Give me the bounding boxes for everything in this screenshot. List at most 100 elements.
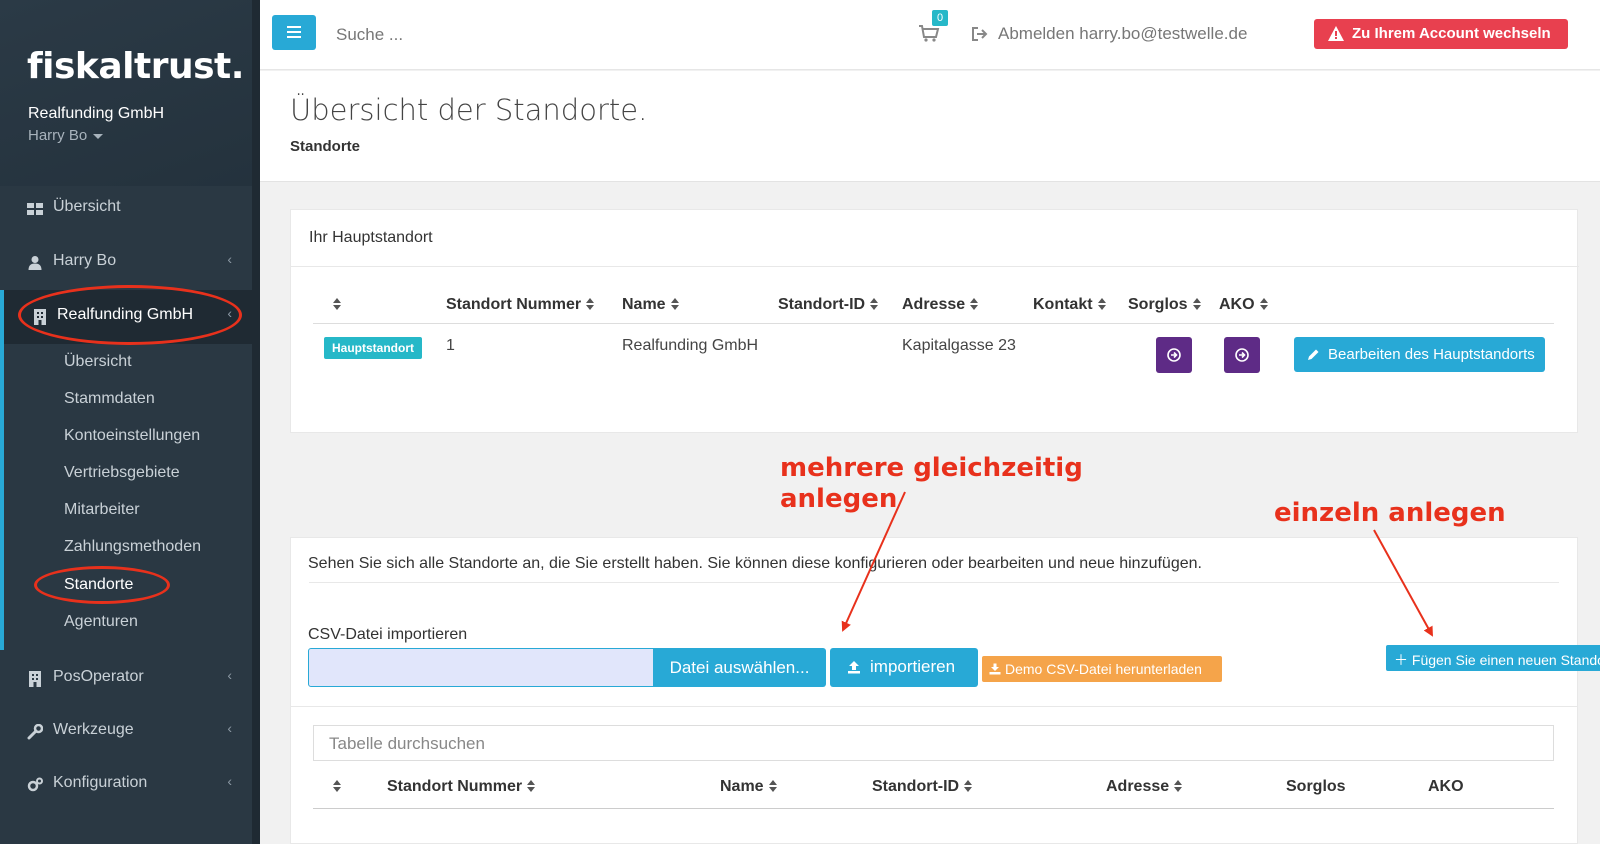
sub-item-agenturen[interactable]: Agenturen — [64, 613, 138, 631]
dashboard-icon — [27, 203, 43, 215]
edit-main-location-button[interactable]: Bearbeiten des Hauptstandorts — [1294, 337, 1545, 372]
sort-icon — [586, 297, 595, 310]
annotation-line: anlegen — [780, 484, 898, 514]
ako-button[interactable] — [1224, 337, 1260, 373]
sidebar-item-konfiguration[interactable]: Konfiguration ‹ — [0, 758, 252, 812]
sidebar-edge — [252, 0, 260, 844]
col-label: Standort-ID — [872, 778, 960, 795]
table-search-placeholder: Tabelle durchsuchen — [329, 734, 485, 753]
sub-item-stammdaten[interactable]: Stammdaten — [64, 390, 155, 408]
col-name[interactable]: Name — [720, 778, 778, 796]
sidebar-brand: fiskaltrust. Realfunding GmbH Harry Bo — [0, 0, 252, 186]
switch-account-button[interactable]: Zu Ihrem Account wechseln — [1314, 19, 1568, 49]
sorglos-button[interactable] — [1156, 337, 1192, 373]
page-header: Übersicht der Standorte. Standorte — [260, 71, 1600, 182]
col-adresse[interactable]: Adresse — [1106, 778, 1183, 796]
sign-out-icon — [972, 27, 988, 41]
search-input[interactable]: Suche ... — [336, 25, 403, 45]
sub-item-mitarbeiter[interactable]: Mitarbeiter — [64, 501, 140, 519]
add-location-button[interactable]: ＋ Fügen Sie einen neuen Standort — [1386, 645, 1600, 671]
sort-icon — [970, 297, 979, 310]
locations-description: Sehen Sie sich alle Standorte an, die Si… — [308, 555, 1202, 572]
locations-panel — [290, 537, 1578, 844]
menu-toggle-button[interactable] — [272, 15, 316, 50]
sub-item-standorte[interactable]: Standorte — [64, 576, 133, 594]
col-ako[interactable]: AKO — [1428, 778, 1464, 796]
col-standort-nummer[interactable]: Standort Nummer — [387, 778, 536, 796]
col-adresse[interactable]: Adresse — [902, 296, 979, 314]
sidebar-item-werkzeuge[interactable]: Werkzeuge ‹ — [0, 705, 252, 759]
col-label: Kontakt — [1033, 296, 1093, 313]
col-label: Adresse — [902, 296, 966, 313]
arrow-circle-right-icon — [1235, 348, 1249, 362]
csv-file-input[interactable] — [308, 648, 654, 687]
chevron-left-icon: ‹ — [227, 305, 232, 321]
chevron-left-icon: ‹ — [227, 251, 232, 267]
main-location-badge: Hauptstandort — [324, 337, 422, 359]
col-sorglos[interactable]: Sorglos — [1286, 778, 1346, 796]
download-demo-csv-button[interactable]: Demo CSV-Datei herunterladen — [982, 656, 1222, 682]
col-standort-id[interactable]: Standort-ID — [778, 296, 879, 314]
sub-item-uebersicht[interactable]: Übersicht — [64, 353, 132, 371]
sidebar-item-uebersicht[interactable]: Übersicht — [0, 182, 252, 236]
sort-icon — [1097, 297, 1107, 310]
sort-icon — [964, 779, 973, 792]
table-search-input[interactable]: Tabelle durchsuchen — [313, 725, 1554, 761]
cell-address: Kapitalgasse 23 — [902, 337, 1016, 354]
cell-number: 1 — [446, 337, 455, 354]
sidebar-item-label: Realfunding GmbH — [57, 306, 194, 323]
company-name: Realfunding GmbH — [28, 105, 165, 122]
logo: fiskaltrust. — [27, 46, 244, 87]
col-label: AKO — [1219, 296, 1255, 313]
choose-file-button[interactable]: Datei auswählen... — [653, 648, 826, 687]
logout-link[interactable]: Abmelden harry.bo@testwelle.de — [998, 24, 1247, 44]
sub-item-vertriebsgebiete[interactable]: Vertriebsgebiete — [64, 464, 180, 482]
col-name[interactable]: Name — [622, 296, 680, 314]
sort-icon — [1259, 297, 1269, 310]
add-location-text: Fügen Sie einen neuen Standort — [1411, 652, 1600, 668]
sub-item-zahlungsmethoden[interactable]: Zahlungsmethoden — [64, 538, 201, 556]
sort-icon — [1192, 297, 1202, 310]
active-indicator — [0, 290, 4, 650]
breadcrumb: Standorte — [290, 138, 361, 155]
download-demo-csv-label: Demo CSV-Datei herunterladen — [1005, 661, 1202, 677]
col-label: Standort-ID — [778, 296, 866, 313]
caret-down-icon — [93, 133, 104, 139]
annotation-single: einzeln anlegen — [1274, 498, 1506, 528]
col-standort-id[interactable]: Standort-ID — [872, 778, 973, 796]
col-label: Adresse — [1106, 778, 1170, 795]
divider — [309, 582, 1559, 583]
sidebar-item-posoperator[interactable]: PosOperator ‹ — [0, 652, 252, 706]
building-icon — [29, 671, 41, 687]
main-location-panel: Ihr Hauptstandort — [290, 209, 1579, 433]
divider — [291, 266, 1579, 267]
col-standort-nummer[interactable]: Standort Nummer — [446, 296, 595, 314]
sort-icon[interactable] — [328, 296, 342, 314]
col-ako[interactable]: AKO — [1219, 296, 1269, 314]
user-menu[interactable]: Harry Bo — [28, 127, 104, 144]
sub-item-kontoeinstellungen[interactable]: Kontoeinstellungen — [64, 427, 200, 445]
cart-icon[interactable] — [918, 24, 940, 42]
warning-icon — [1328, 26, 1344, 41]
add-location-label: ＋ Fügen Sie einen neuen Standort — [1394, 650, 1600, 670]
col-label: Sorglos — [1128, 296, 1188, 313]
switch-account-label: Zu Ihrem Account wechseln — [1352, 25, 1551, 42]
edit-main-location-label: Bearbeiten des Hauptstandorts — [1328, 346, 1535, 363]
sidebar-item-harry-bo[interactable]: Harry Bo ‹ — [0, 236, 252, 290]
table-header-line — [313, 323, 1554, 324]
sort-icon — [768, 779, 778, 792]
col-kontakt[interactable]: Kontakt — [1033, 296, 1107, 314]
download-icon — [989, 663, 1001, 675]
import-button[interactable]: importieren — [830, 648, 978, 687]
building-icon — [34, 309, 46, 325]
col-sorglos[interactable]: Sorglos — [1128, 296, 1202, 314]
topbar: Suche ... 0 Abmelden harry.bo@testwelle.… — [260, 0, 1600, 70]
col-label: Name — [622, 296, 666, 313]
sidebar-item-realfunding[interactable]: Realfunding GmbH ‹ — [0, 290, 252, 344]
user-icon — [28, 256, 42, 270]
sort-icon[interactable] — [328, 778, 342, 796]
user-name: Harry Bo — [28, 127, 88, 144]
panel-heading: Ihr Hauptstandort — [309, 229, 433, 246]
arrow-circle-right-icon — [1167, 348, 1181, 362]
sidebar-item-label: Übersicht — [53, 198, 121, 215]
